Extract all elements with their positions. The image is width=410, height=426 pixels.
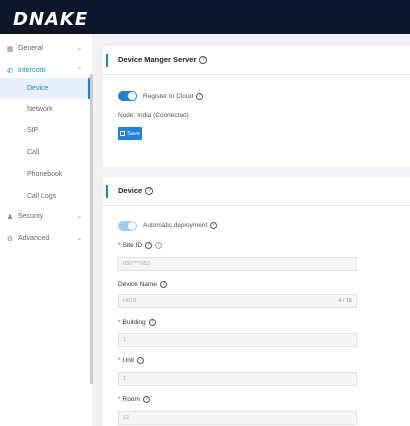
- card-title-text: Device Manger Server: [118, 55, 197, 64]
- top-bar: DNAKE: [0, 0, 410, 34]
- sidebar-item-label: General: [18, 45, 43, 52]
- save-icon: [120, 131, 126, 136]
- device-name-label: Device Name?: [118, 281, 168, 289]
- site-id-label: * Site ID? i: [118, 242, 163, 250]
- required-marker: *: [118, 357, 121, 365]
- phone-icon: ✆: [7, 67, 13, 75]
- device-manager-server-card: Device Manger Server? Register to Cloud?…: [103, 46, 410, 167]
- help-icon[interactable]: ?: [196, 93, 204, 100]
- node-label: Node:: [118, 112, 136, 119]
- building-text: Building: [122, 319, 146, 327]
- sidebar-item-sip[interactable]: SIP: [0, 120, 92, 141]
- char-counter: 4 / 16: [338, 298, 352, 304]
- accent-bar: [106, 185, 108, 198]
- chevron-down-icon: ⌄: [76, 46, 82, 52]
- help-icon[interactable]: ?: [142, 396, 150, 403]
- save-button[interactable]: Save: [118, 127, 142, 140]
- room-label: * Room?: [118, 396, 150, 403]
- site-id-value: 030****652: [123, 261, 150, 267]
- required-marker: *: [118, 319, 121, 327]
- auto-deploy-text: Automatic deployment: [143, 222, 208, 230]
- auto-deploy-label: Automatic deployment?: [143, 222, 218, 230]
- help-icon[interactable]: ?: [145, 242, 153, 249]
- chevron-up-icon: ⌃: [76, 68, 82, 74]
- sidebar-item-general[interactable]: ▦ General ⌄: [0, 38, 92, 59]
- sidebar-item-device[interactable]: Device: [0, 78, 92, 99]
- sidebar-item-network[interactable]: Network: [0, 99, 92, 120]
- help-icon[interactable]: ?: [160, 281, 168, 288]
- help-icon[interactable]: ?: [148, 319, 156, 326]
- card-title: Device Manger Server?: [118, 55, 208, 65]
- sidebar-item-label: Security: [18, 213, 44, 220]
- register-cloud-text: Register to Cloud: [143, 93, 194, 101]
- help-icon[interactable]: ?: [137, 357, 145, 364]
- sidebar-item-call[interactable]: Call: [0, 142, 92, 163]
- dnake-logo: DNAKE: [13, 9, 89, 30]
- unit-label: * Unit?: [118, 357, 145, 365]
- sidebar: ▦ General ⌄ ✆ Intercom ⌃ Device Network …: [0, 34, 93, 426]
- building-label: * Building?: [118, 319, 156, 326]
- card-header: Device Manger Server?: [103, 46, 410, 75]
- device-name-value: H618: [123, 298, 137, 304]
- register-cloud-toggle[interactable]: [118, 91, 137, 101]
- auto-deploy-toggle[interactable]: [118, 221, 137, 231]
- sidebar-item-call-logs[interactable]: Call Logs: [0, 186, 92, 207]
- room-value: 12: [123, 415, 130, 421]
- required-marker: *: [118, 242, 121, 250]
- help-icon[interactable]: ?: [199, 56, 208, 65]
- unit-field[interactable]: 1: [118, 372, 357, 386]
- chevron-down-icon: ⌄: [76, 236, 82, 242]
- required-marker: *: [118, 396, 121, 404]
- sidebar-item-label: Advanced: [18, 235, 50, 242]
- chevron-down-icon: ⌄: [76, 214, 82, 220]
- room-text: Room: [122, 396, 140, 404]
- unit-value: 1: [123, 376, 127, 382]
- node-value: India (Connected): [137, 112, 189, 119]
- help-icon[interactable]: ?: [145, 187, 154, 196]
- node-status: Node: India (Connected): [118, 112, 189, 119]
- help-icon[interactable]: ?: [210, 222, 218, 229]
- building-value: 1: [123, 337, 127, 343]
- card-title: Device?: [118, 186, 154, 196]
- sidebar-item-label: Intercom: [18, 67, 46, 74]
- gear-icon: ⚙: [6, 235, 14, 243]
- save-button-label: Save: [127, 130, 140, 137]
- building-field[interactable]: 1: [118, 333, 357, 347]
- sidebar-item-phonebook[interactable]: Phonebook: [0, 164, 92, 185]
- sidebar-item-advanced[interactable]: ⚙ Advanced ⌄: [0, 228, 92, 249]
- sidebar-item-security[interactable]: ♟ Security ⌄: [0, 206, 92, 227]
- site-id-field[interactable]: 030****652: [118, 257, 357, 271]
- person-icon: ♟: [6, 213, 14, 221]
- unit-text: Unit: [122, 357, 135, 365]
- room-field[interactable]: 12: [118, 411, 357, 425]
- info-icon[interactable]: i: [155, 242, 163, 249]
- card-title-text: Device: [118, 186, 143, 195]
- site-id-text: Site ID: [122, 242, 143, 250]
- device-name-field[interactable]: H618 4 / 16: [118, 294, 357, 308]
- accent-bar: [106, 54, 108, 67]
- card-header: Device?: [103, 177, 410, 206]
- grid-icon: ▦: [6, 45, 14, 53]
- sidebar-scrollbar[interactable]: [90, 74, 93, 384]
- device-card: Device? Automatic deployment? * Site ID? i…: [103, 177, 410, 426]
- device-name-text: Device Name: [118, 281, 158, 289]
- register-cloud-label: Register to Cloud?: [143, 93, 204, 101]
